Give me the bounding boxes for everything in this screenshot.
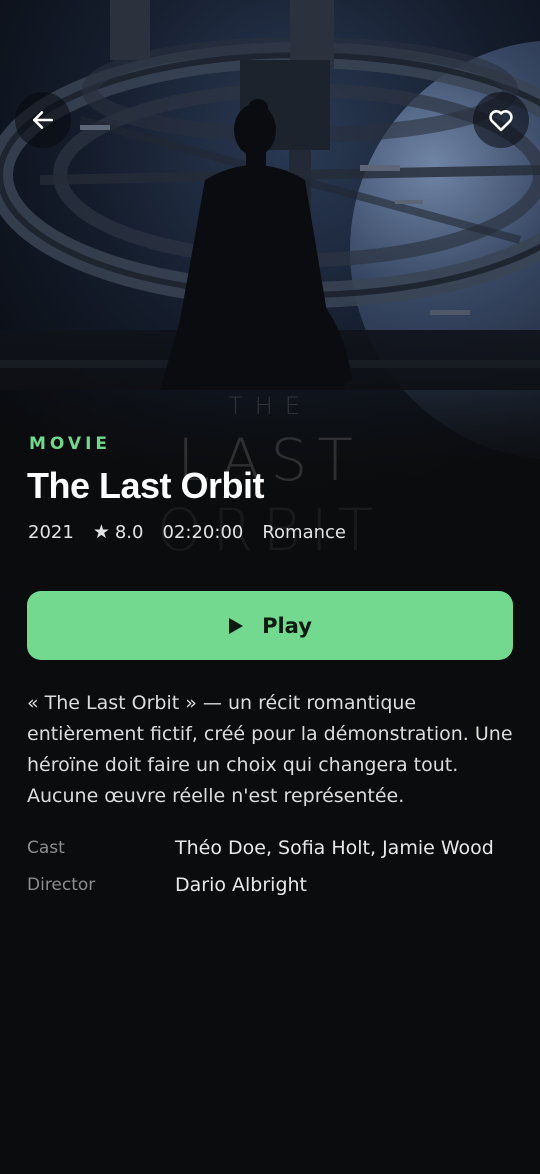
star-icon: ★ xyxy=(92,521,110,543)
back-button[interactable] xyxy=(15,92,71,148)
duration: 02:20:00 xyxy=(162,521,244,543)
cast-value: Théo Doe, Sofia Holt, Jamie Wood xyxy=(175,837,494,859)
credit-row-cast: Cast Théo Doe, Sofia Holt, Jamie Wood xyxy=(27,834,513,863)
movie-description: « The Last Orbit » — un récit romantique… xyxy=(27,692,513,807)
credits-section: Cast Théo Doe, Sofia Holt, Jamie Wood Di… xyxy=(27,834,513,908)
movie-meta-row: 2021 ★ 8.0 02:20:00 Romance xyxy=(28,521,346,543)
cast-label: Cast xyxy=(27,838,65,858)
release-year: 2021 xyxy=(28,521,74,543)
credit-row-director: Director Dario Albright xyxy=(27,871,513,900)
rating: ★ 8.0 xyxy=(93,521,144,543)
director-label: Director xyxy=(27,875,96,895)
content-type-label: MOVIE xyxy=(29,434,112,454)
movie-title: The Last Orbit xyxy=(27,465,265,506)
arrow-left-icon xyxy=(30,107,56,133)
genre: Romance xyxy=(262,521,346,543)
rating-value: 8.0 xyxy=(114,521,144,543)
director-value: Dario Albright xyxy=(175,874,308,896)
play-icon xyxy=(228,617,244,635)
heart-icon xyxy=(487,106,515,134)
play-button-label: Play xyxy=(262,613,312,638)
favorite-button[interactable] xyxy=(473,92,529,148)
play-button[interactable]: Play xyxy=(27,591,513,660)
